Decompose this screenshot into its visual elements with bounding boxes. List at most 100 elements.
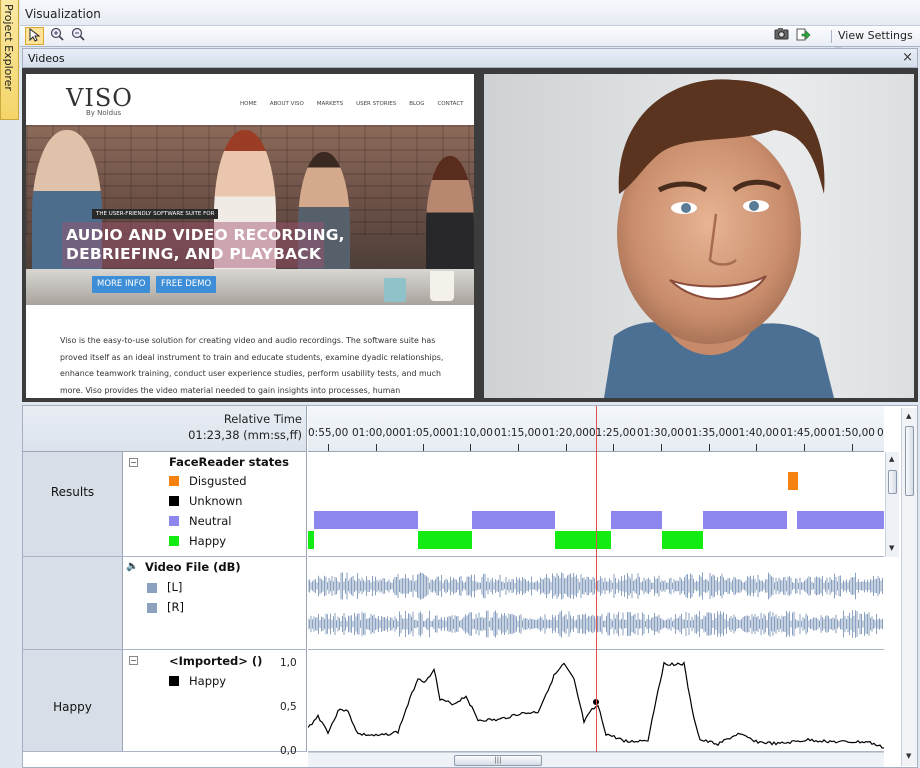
y-axis-label: 1,0 [280,657,297,669]
relative-time-label: Relative Time [223,412,302,426]
tick-mark [613,444,614,451]
nav-item: HOME [240,101,257,107]
time-tick: 01:30,00 [637,427,684,439]
neutral-segment [314,511,418,529]
scroll-down-icon[interactable]: ▼ [906,752,911,760]
camera-icon[interactable] [772,27,791,45]
tick-mark [804,444,805,451]
visualization-titlebar: Visualization [20,0,920,26]
happy-label: Happy [53,700,92,714]
close-icon[interactable]: × [902,50,913,65]
project-explorer-tab[interactable]: Project Explorer [0,0,19,120]
neutral-segment [472,511,555,529]
window-title: Visualization [25,7,101,21]
videos-panel-title: Videos [28,52,65,65]
website-nav: HOME ABOUT VISO MARKETS USER STORIES BLO… [240,101,464,107]
hero-headline-1: AUDIO AND VIDEO RECORDING, [66,226,345,244]
timeline-vscrollbar[interactable]: ▲ ▼ [901,408,917,766]
channel-left: [L] [167,580,183,594]
collapse-toggle[interactable]: − [129,656,138,665]
speaker-icon: 🔈 [126,561,139,572]
videos-panel-header: Videos × [22,48,918,68]
time-tick: 0 [877,427,884,439]
time-tick: 01:40,00 [732,427,779,439]
tick-mark [661,444,662,451]
screen-video[interactable]: VISO By Noldus HOME ABOUT VISO MARKETS U… [26,74,474,398]
neutral-segment [703,511,787,529]
facereader-states-title: FaceReader states [169,455,289,469]
face-video[interactable] [484,74,914,398]
time-tick: 01:00,00 [352,427,399,439]
viso-logo-sub: By Noldus [86,109,122,117]
neutral-segment [797,511,884,529]
tick-mark [518,444,519,451]
view-settings-label: View Settings [838,29,913,42]
y-axis-label: 0,0 [280,745,297,757]
zoom-in-icon[interactable] [47,27,66,45]
unknown-swatch [169,496,179,506]
time-tick: 01:45,00 [780,427,827,439]
current-time: 01:23,38 (mm:ss,ff) [188,428,302,442]
channel-right: [R] [167,600,184,614]
happy-segment [418,531,472,549]
nav-item: MARKETS [316,101,344,107]
viso-logo: VISO [66,84,133,112]
happy-segment [308,531,314,549]
nav-item: ABOUT VISO [269,101,304,107]
happy-segment [662,531,703,549]
video-legend: 🔈 Video File (dB) [L] [R] [123,557,307,650]
scroll-down-icon[interactable]: ▼ [889,544,894,552]
hero-cup [430,271,454,301]
time-cursor[interactable] [596,406,597,752]
results-label: Results [50,485,95,499]
time-tick: 01:15,00 [494,427,541,439]
time-tick: 01:05,00 [399,427,446,439]
timeline-scroll-thumb[interactable] [905,426,914,496]
timeline-panel: Relative Time 01:23,38 (mm:ss,ff) 0:55,0… [22,405,918,768]
state-unknown: Unknown [189,494,243,508]
video-file-title: Video File (dB) [145,560,241,574]
tick-mark [709,444,710,451]
tick-mark [328,444,329,451]
time-tick: 01:10,00 [446,427,493,439]
state-neutral: Neutral [189,514,232,528]
left-channel-swatch [147,583,157,593]
state-happy: Happy [189,534,227,548]
results-scroll-thumb[interactable] [888,470,897,494]
happy-legend: − <Imported> () Happy 1,0 0,5 0,0 [123,650,307,757]
tick-mark [376,444,377,451]
results-scrollbar[interactable]: ▲ ▼ [885,452,899,557]
export-icon[interactable] [794,27,813,45]
zoom-out-icon[interactable] [68,27,87,45]
collapse-toggle[interactable]: − [129,458,138,467]
face-image [604,79,834,398]
results-row-label: Results [23,452,123,557]
visualization-toolbar: View Settings ▼ [20,26,920,55]
timeline-hscrollbar[interactable]: ||| [308,752,884,767]
nav-item: BLOG [409,101,425,107]
more-info-button: MORE INFO [92,276,151,293]
timeline-header: Relative Time 01:23,38 (mm:ss,ff) [23,406,307,452]
free-demo-button: FREE DEMO [156,276,217,293]
neutral-segment [611,511,662,529]
tick-mark [566,444,567,451]
hscroll-thumb[interactable]: ||| [454,755,542,766]
imported-title: <Imported> () [169,654,263,668]
tick-mark [470,444,471,451]
disgusted-segment [788,472,798,490]
happy-row-label: Happy [23,650,123,752]
scroll-up-icon[interactable]: ▲ [906,412,911,420]
video-row-label [23,557,123,650]
time-tick: 0:55,00 [308,427,349,439]
state-disgusted: Disgusted [189,474,247,488]
tick-mark [423,444,424,451]
happy-series-swatch [169,676,179,686]
arrow-pointer-icon[interactable] [25,27,44,45]
nav-item: USER STORIES [356,101,397,107]
tick-mark [756,444,757,451]
scroll-up-icon[interactable]: ▲ [889,455,894,463]
project-explorer-label: Project Explorer [2,4,15,91]
disgusted-swatch [169,476,179,486]
results-legend: − FaceReader states Disgusted Unknown Ne… [123,452,307,557]
hero-tagline: THE USER-FRIENDLY SOFTWARE SUITE FOR [92,209,219,219]
